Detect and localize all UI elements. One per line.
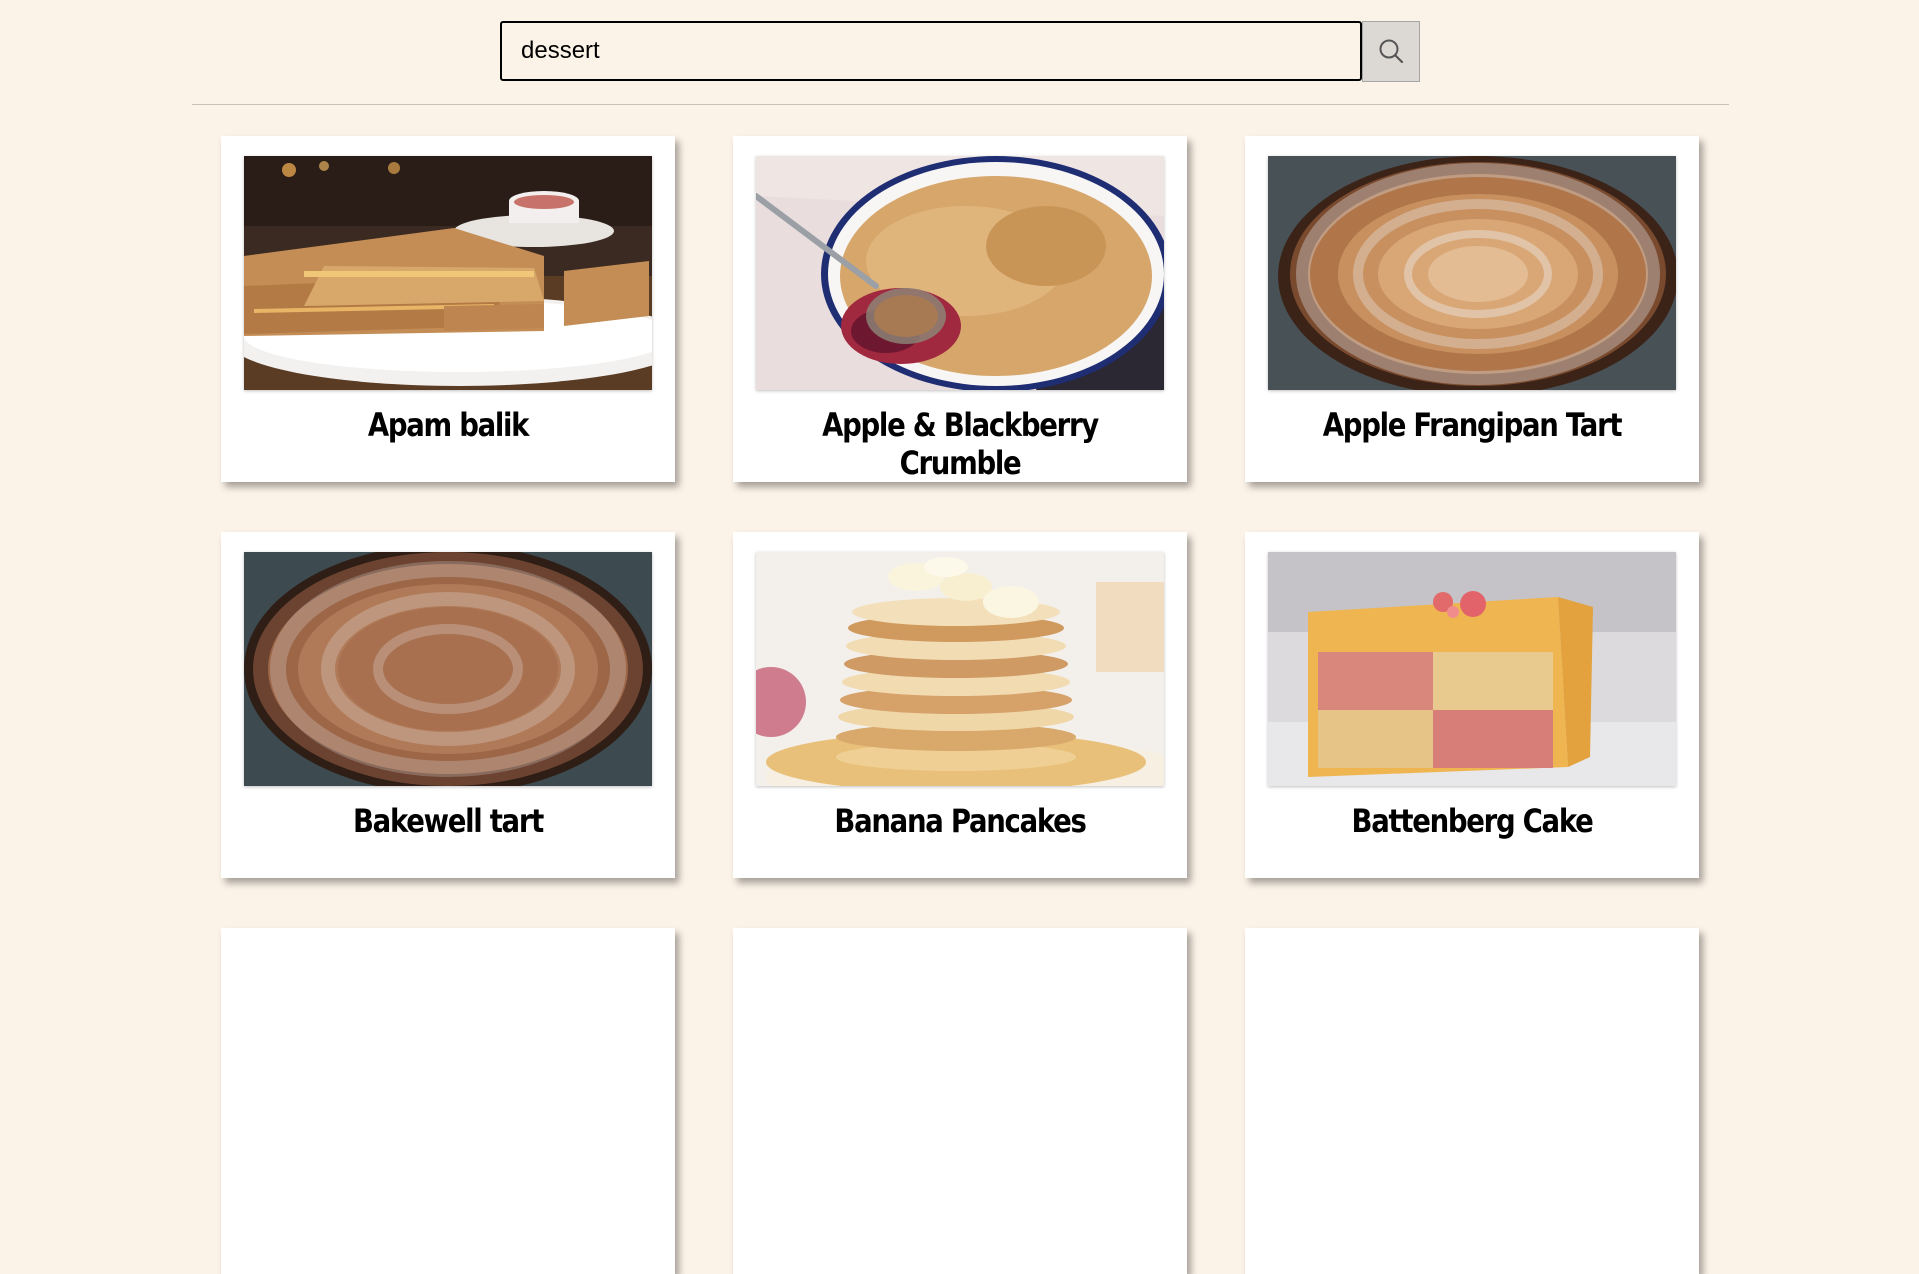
recipe-card[interactable]: Apple & Blackberry Crumble — [733, 136, 1187, 482]
search-input[interactable] — [500, 21, 1362, 81]
recipe-card[interactable] — [1245, 928, 1699, 1274]
recipe-image[interactable] — [1268, 156, 1676, 390]
recipe-image[interactable] — [244, 552, 652, 786]
recipe-title: Banana Pancakes — [834, 802, 1086, 840]
search-bar — [500, 21, 1420, 82]
recipe-card[interactable] — [733, 928, 1187, 1274]
recipe-title: Bakewell tart — [352, 802, 544, 840]
recipe-card[interactable]: Apam balik — [221, 136, 675, 482]
recipe-card[interactable]: Banana Pancakes — [733, 532, 1187, 878]
recipe-title: Apple Frangipan Tart — [1322, 406, 1623, 444]
recipe-title: Battenberg Cake — [1351, 802, 1594, 840]
recipe-card[interactable]: Apple Frangipan Tart — [1245, 136, 1699, 482]
recipe-title: Apam balik — [367, 406, 530, 444]
recipe-card[interactable]: Bakewell tart — [221, 532, 675, 878]
recipe-title: Apple & Blackberry Crumble — [822, 406, 1099, 482]
recipe-card[interactable] — [221, 928, 675, 1274]
recipe-image[interactable] — [756, 156, 1164, 390]
recipe-image[interactable] — [756, 552, 1164, 786]
recipe-card[interactable]: Battenberg Cake — [1245, 532, 1699, 878]
recipe-image[interactable] — [1268, 552, 1676, 786]
recipe-image[interactable] — [244, 156, 652, 390]
search-button[interactable] — [1362, 21, 1420, 82]
search-icon — [1379, 39, 1404, 63]
divider — [192, 104, 1729, 105]
